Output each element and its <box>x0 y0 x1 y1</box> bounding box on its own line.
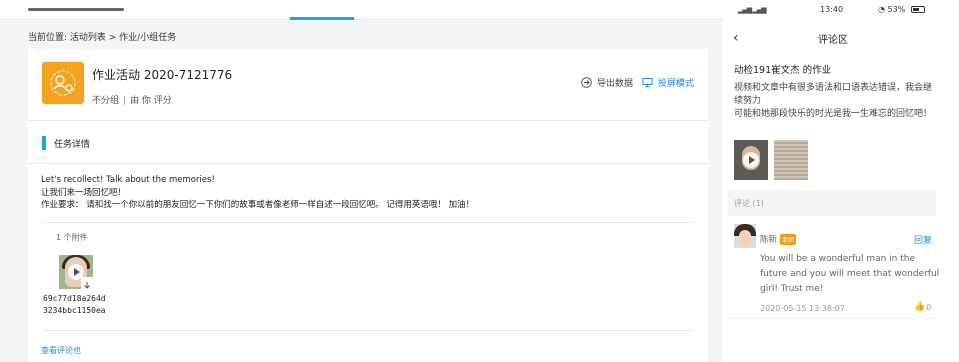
post-body: 视频和文章中有很多语法和口语表达错误，我会继续努力 可能和她那段快乐的时光是我一… <box>734 82 934 121</box>
content-line: 让我们来一场回忆吧！ <box>41 187 127 198</box>
status-time: 13:40 <box>820 5 844 14</box>
rater-info: 由 你 评分 <box>130 96 172 106</box>
attachment-filename[interactable]: 69c77d18a264d 3234bbc1150ea <box>43 293 106 317</box>
download-icon[interactable] <box>81 277 93 289</box>
attachment-count: 1 个附件 <box>56 233 88 242</box>
filename-line: 3234bbc1150ea <box>43 306 106 315</box>
section-title-text: 任务详情 <box>54 139 91 150</box>
view-comments-link[interactable]: 查看评论也 <box>41 345 81 356</box>
post-body-line: 可能和她那段快乐的时光是我一生难忘的回忆吧！ <box>734 109 933 119</box>
content-line: Let's recollect! Talk about the memories… <box>41 175 215 185</box>
section-accent-bar <box>42 136 46 150</box>
divider <box>28 163 708 164</box>
avatar[interactable] <box>734 224 756 248</box>
teacher-badge: 老师 <box>780 234 797 245</box>
divider <box>42 222 694 223</box>
comments-header: 评论 (1) <box>728 190 936 216</box>
comment-time: 2020-05-15 13:38:07 <box>760 304 845 313</box>
divider <box>728 318 936 319</box>
thumbs-up-icon: 👍 <box>914 302 926 312</box>
post-author: 动检191崔文杰 的作业 <box>734 65 832 76</box>
comment-author-name: 陈新 <box>760 235 778 245</box>
export-data-label: 导出数据 <box>597 79 634 89</box>
battery-percent: 53% <box>887 5 906 14</box>
top-bar <box>0 0 722 20</box>
play-icon <box>743 152 759 168</box>
nav-title: 评论区 <box>818 35 848 46</box>
screen-mode-label: 投屏模式 <box>658 79 695 89</box>
breadcrumb: 当前位置: 活动列表 > 作业/小组任务 <box>28 33 177 43</box>
comment-author: 陈新 老师 <box>760 233 797 245</box>
comments-count: 评论 (1) <box>734 199 764 208</box>
monitor-icon <box>642 78 653 88</box>
battery-icon <box>910 6 925 13</box>
attachment-video-thumbnail[interactable] <box>59 255 93 289</box>
reply-button[interactable]: 回复 <box>914 233 932 246</box>
wifi-icon: ◔ <box>878 5 885 14</box>
top-logo-bar <box>28 8 124 11</box>
filename-line: 69c77d18a264d <box>43 294 106 303</box>
group-task-icon <box>50 70 76 96</box>
web-page: 当前位置: 活动列表 > 作业/小组任务 作业活动 2020-7121776 不… <box>0 0 722 362</box>
activity-card: 作业活动 2020-7121776 不分组|由 你 评分 导出数据 投屏模式 <box>28 49 708 362</box>
activity-meta: 不分组 | 由 你 评分 <box>92 96 172 106</box>
like-count: 0 <box>926 302 932 312</box>
post-body-line: 视频和文章中有很多语法和口语表达错误，我会继续努力 <box>734 83 933 106</box>
divider <box>42 330 694 331</box>
comment-text: You will be a wonderful man in the futur… <box>760 254 940 294</box>
activity-header: 作业活动 2020-7121776 不分组 | 由 你 评分 导出数据 投屏模式 <box>28 49 708 121</box>
content-line: 作业要求： 请和找一个你以前的朋友回忆一下你们的故事或者像老师一样自述一段回忆吧… <box>41 200 475 210</box>
like-button[interactable]: 👍 0 <box>914 302 931 312</box>
post-image-thumbnail[interactable] <box>774 140 808 180</box>
active-tab-indicator[interactable] <box>290 17 354 20</box>
screen-mode-button[interactable]: 投屏模式 <box>642 76 694 89</box>
activity-icon <box>42 62 84 104</box>
export-data-button[interactable]: 导出数据 <box>581 76 633 89</box>
signal-icon: ▂▄▆ ▂▄▆ <box>738 6 767 14</box>
phone-screen: ▂▄▆ ▂▄▆ 13:40 ◔ 53% ‹ 评论区 动检191崔文杰 的作业 视… <box>728 0 959 362</box>
section-title: 任务详情 <box>42 136 90 150</box>
task-content: Let's recollect! Talk about the memories… <box>41 174 474 212</box>
status-bar: ▂▄▆ ▂▄▆ 13:40 ◔ 53% <box>728 0 959 20</box>
post-video-thumbnail[interactable] <box>734 140 768 180</box>
group-mode: 不分组 <box>92 96 120 106</box>
export-icon <box>581 77 592 88</box>
status-right: ◔ 53% <box>878 5 925 14</box>
nav-bar: ‹ 评论区 <box>728 26 959 50</box>
activity-title: 作业活动 2020-7121776 <box>92 68 233 82</box>
